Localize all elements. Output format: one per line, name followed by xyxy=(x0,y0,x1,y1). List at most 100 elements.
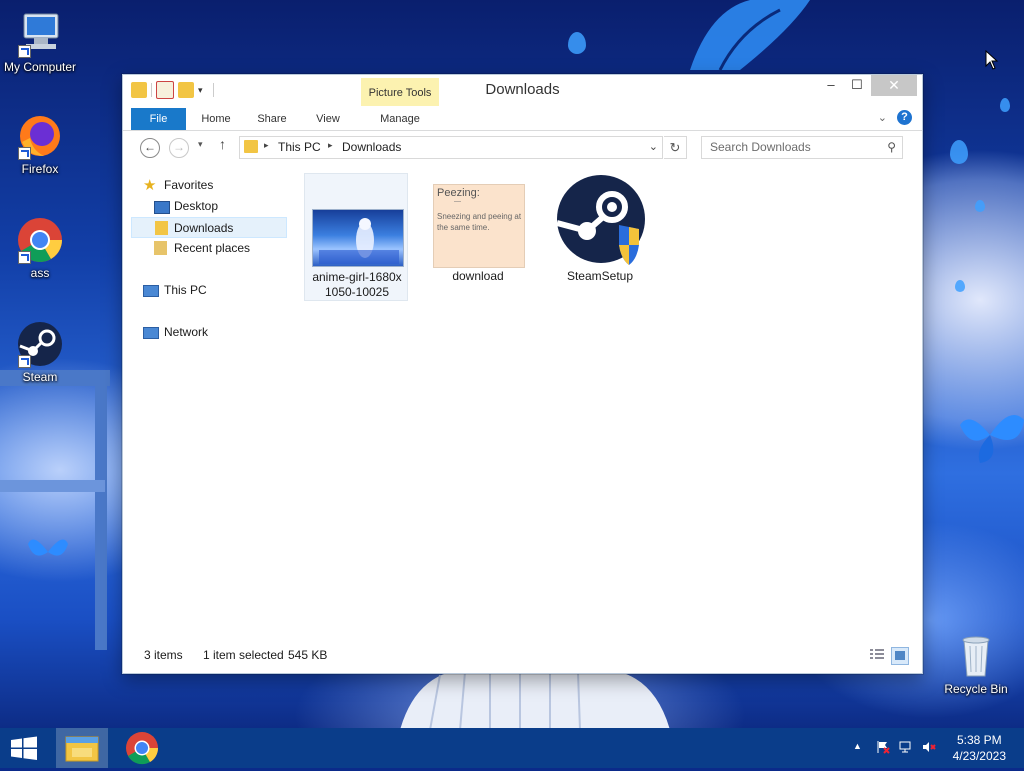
breadcrumb-this-pc[interactable]: This PC xyxy=(278,137,321,157)
title-bar[interactable]: ▾ Picture Tools Downloads – ☐ ✕ xyxy=(123,75,922,106)
folder-down-icon xyxy=(244,140,258,153)
file-item-steamsetup[interactable]: SteamSetup xyxy=(548,173,652,301)
nav-network[interactable]: Network xyxy=(131,322,287,343)
nav-label: Desktop xyxy=(174,199,219,213)
nav-item-desktop[interactable]: Desktop xyxy=(131,196,287,217)
thumbnail-title: Peezing: xyxy=(437,187,480,199)
explorer-window[interactable]: ▾ Picture Tools Downloads – ☐ ✕ File Hom… xyxy=(122,74,923,674)
nav-item-recent-places[interactable]: Recent places xyxy=(131,238,287,259)
desktop-icon-recycle-bin[interactable]: Recycle Bin xyxy=(936,632,1016,696)
shortcut-arrow-icon xyxy=(18,147,31,160)
downloads-folder-icon xyxy=(155,221,168,235)
network-status-icon[interactable] xyxy=(899,740,913,757)
up-button[interactable]: ↑ xyxy=(219,136,226,152)
volume-muted-icon[interactable] xyxy=(922,740,936,757)
nav-label: Downloads xyxy=(174,221,234,235)
desktop-icon xyxy=(154,201,170,214)
file-name: anime-girl-1680x 1050-10025 xyxy=(312,270,402,299)
desktop-icon-ass[interactable]: ass xyxy=(0,216,80,280)
chevron-right-icon[interactable]: ▸ xyxy=(264,140,269,151)
help-icon[interactable]: ? xyxy=(897,110,912,125)
address-bar[interactable]: ▸ This PC ▸ Downloads ⌄ xyxy=(239,136,663,159)
nav-favorites[interactable]: ★ Favorites xyxy=(131,175,287,196)
desktop-icon-firefox[interactable]: Firefox xyxy=(0,112,80,176)
desktop-icon-steam[interactable]: Steam xyxy=(0,320,80,384)
file-name: download xyxy=(452,269,504,283)
firefox-icon xyxy=(16,112,64,160)
breadcrumb-downloads[interactable]: Downloads xyxy=(342,137,401,157)
start-button[interactable] xyxy=(0,728,48,768)
back-button[interactable]: ← xyxy=(140,138,160,158)
shortcut-arrow-icon xyxy=(18,355,31,368)
taskbar-chrome[interactable] xyxy=(118,728,166,768)
recycle-bin-icon xyxy=(952,632,1000,680)
recent-locations-dropdown[interactable]: ▾ xyxy=(198,139,203,150)
file-item-anime-girl[interactable]: anime-girl-1680x 1050-10025 xyxy=(304,173,408,301)
search-box[interactable]: ⚲ xyxy=(701,136,903,159)
star-icon: ★ xyxy=(143,177,157,194)
large-icons-view-icon[interactable] xyxy=(891,647,909,665)
minimize-button[interactable]: – xyxy=(817,75,845,96)
recent-places-icon xyxy=(154,241,167,255)
computer-icon xyxy=(143,285,159,297)
tab-manage[interactable]: Manage xyxy=(361,108,439,130)
taskbar: ▲ 5:38 PM 4/23/2023 xyxy=(0,728,1024,768)
taskbar-clock[interactable]: 5:38 PM 4/23/2023 xyxy=(953,732,1006,764)
taskbar-file-explorer[interactable] xyxy=(56,728,108,768)
nav-label: Favorites xyxy=(164,178,214,192)
steam-installer-icon xyxy=(555,173,645,267)
search-input[interactable] xyxy=(702,137,880,156)
file-item-download[interactable]: Peezing: — Sneezing and peeing at the sa… xyxy=(426,173,530,301)
file-explorer-icon xyxy=(65,736,99,762)
desktop-icon-label: ass xyxy=(30,266,50,280)
chevron-right-icon[interactable]: ▸ xyxy=(328,140,333,151)
mouse-cursor-icon xyxy=(985,50,999,70)
nav-this-pc[interactable]: This PC xyxy=(131,280,287,301)
details-view-icon[interactable] xyxy=(869,647,885,663)
navigation-pane: ★ Favorites Desktop Downloads Recent pla… xyxy=(131,171,291,631)
search-icon[interactable]: ⚲ xyxy=(887,140,896,154)
desktop-icon-label: Firefox xyxy=(21,162,59,176)
computer-icon xyxy=(16,10,64,58)
status-bar: 3 items 1 item selected 545 KB xyxy=(123,643,922,667)
network-icon xyxy=(143,327,159,339)
selection-info: 1 item selected xyxy=(203,648,284,662)
shortcut-arrow-icon xyxy=(18,251,31,264)
maximize-button[interactable]: ☐ xyxy=(843,75,871,96)
close-button[interactable]: ✕ xyxy=(871,75,917,96)
window-title: Downloads xyxy=(485,81,560,98)
item-count: 3 items xyxy=(144,648,183,662)
expand-ribbon-icon[interactable]: ⌄ xyxy=(878,111,887,124)
tab-view[interactable]: View xyxy=(305,108,351,130)
clock-time: 5:38 PM xyxy=(956,733,1002,747)
ribbon-tabs: File Home Share View Manage ⌄ ? xyxy=(123,105,922,131)
tab-home[interactable]: Home xyxy=(193,108,239,130)
address-dropdown-icon[interactable]: ⌄ xyxy=(649,140,658,153)
desktop-icon-label: My Computer xyxy=(3,60,77,74)
clock-date: 4/23/2023 xyxy=(952,749,1006,763)
tab-share[interactable]: Share xyxy=(249,108,295,130)
file-name: SteamSetup xyxy=(566,269,634,283)
chrome-icon xyxy=(16,216,64,264)
tab-file[interactable]: File xyxy=(131,108,186,130)
desktop-icon-my-computer[interactable]: My Computer xyxy=(0,10,80,74)
action-center-flag-icon[interactable] xyxy=(876,740,890,757)
navigation-bar: ← → ▾ ↑ ▸ This PC ▸ Downloads ⌄ ↻ ⚲ xyxy=(123,132,922,162)
refresh-button[interactable]: ↻ xyxy=(664,136,687,159)
nav-label: Network xyxy=(164,325,209,339)
windows-logo-icon xyxy=(11,736,37,760)
show-hidden-icons-icon[interactable]: ▲ xyxy=(853,741,862,751)
file-list[interactable]: anime-girl-1680x 1050-10025 Peezing: — S… xyxy=(293,167,913,633)
desktop-icon-label: Steam xyxy=(22,370,58,384)
nav-label: Recent places xyxy=(174,241,251,255)
image-thumbnail xyxy=(312,209,404,267)
shortcut-arrow-icon xyxy=(18,45,31,58)
note-image-thumbnail: Peezing: — Sneezing and peeing at the sa… xyxy=(433,184,525,268)
forward-button[interactable]: → xyxy=(169,138,189,158)
chrome-icon xyxy=(126,732,159,765)
nav-label: This PC xyxy=(164,283,207,297)
desktop-icon-label: Recycle Bin xyxy=(944,682,1008,696)
thumbnail-text: Sneezing and peeing at the same time. xyxy=(437,212,522,232)
steam-icon xyxy=(16,320,64,368)
nav-item-downloads[interactable]: Downloads xyxy=(131,217,287,238)
